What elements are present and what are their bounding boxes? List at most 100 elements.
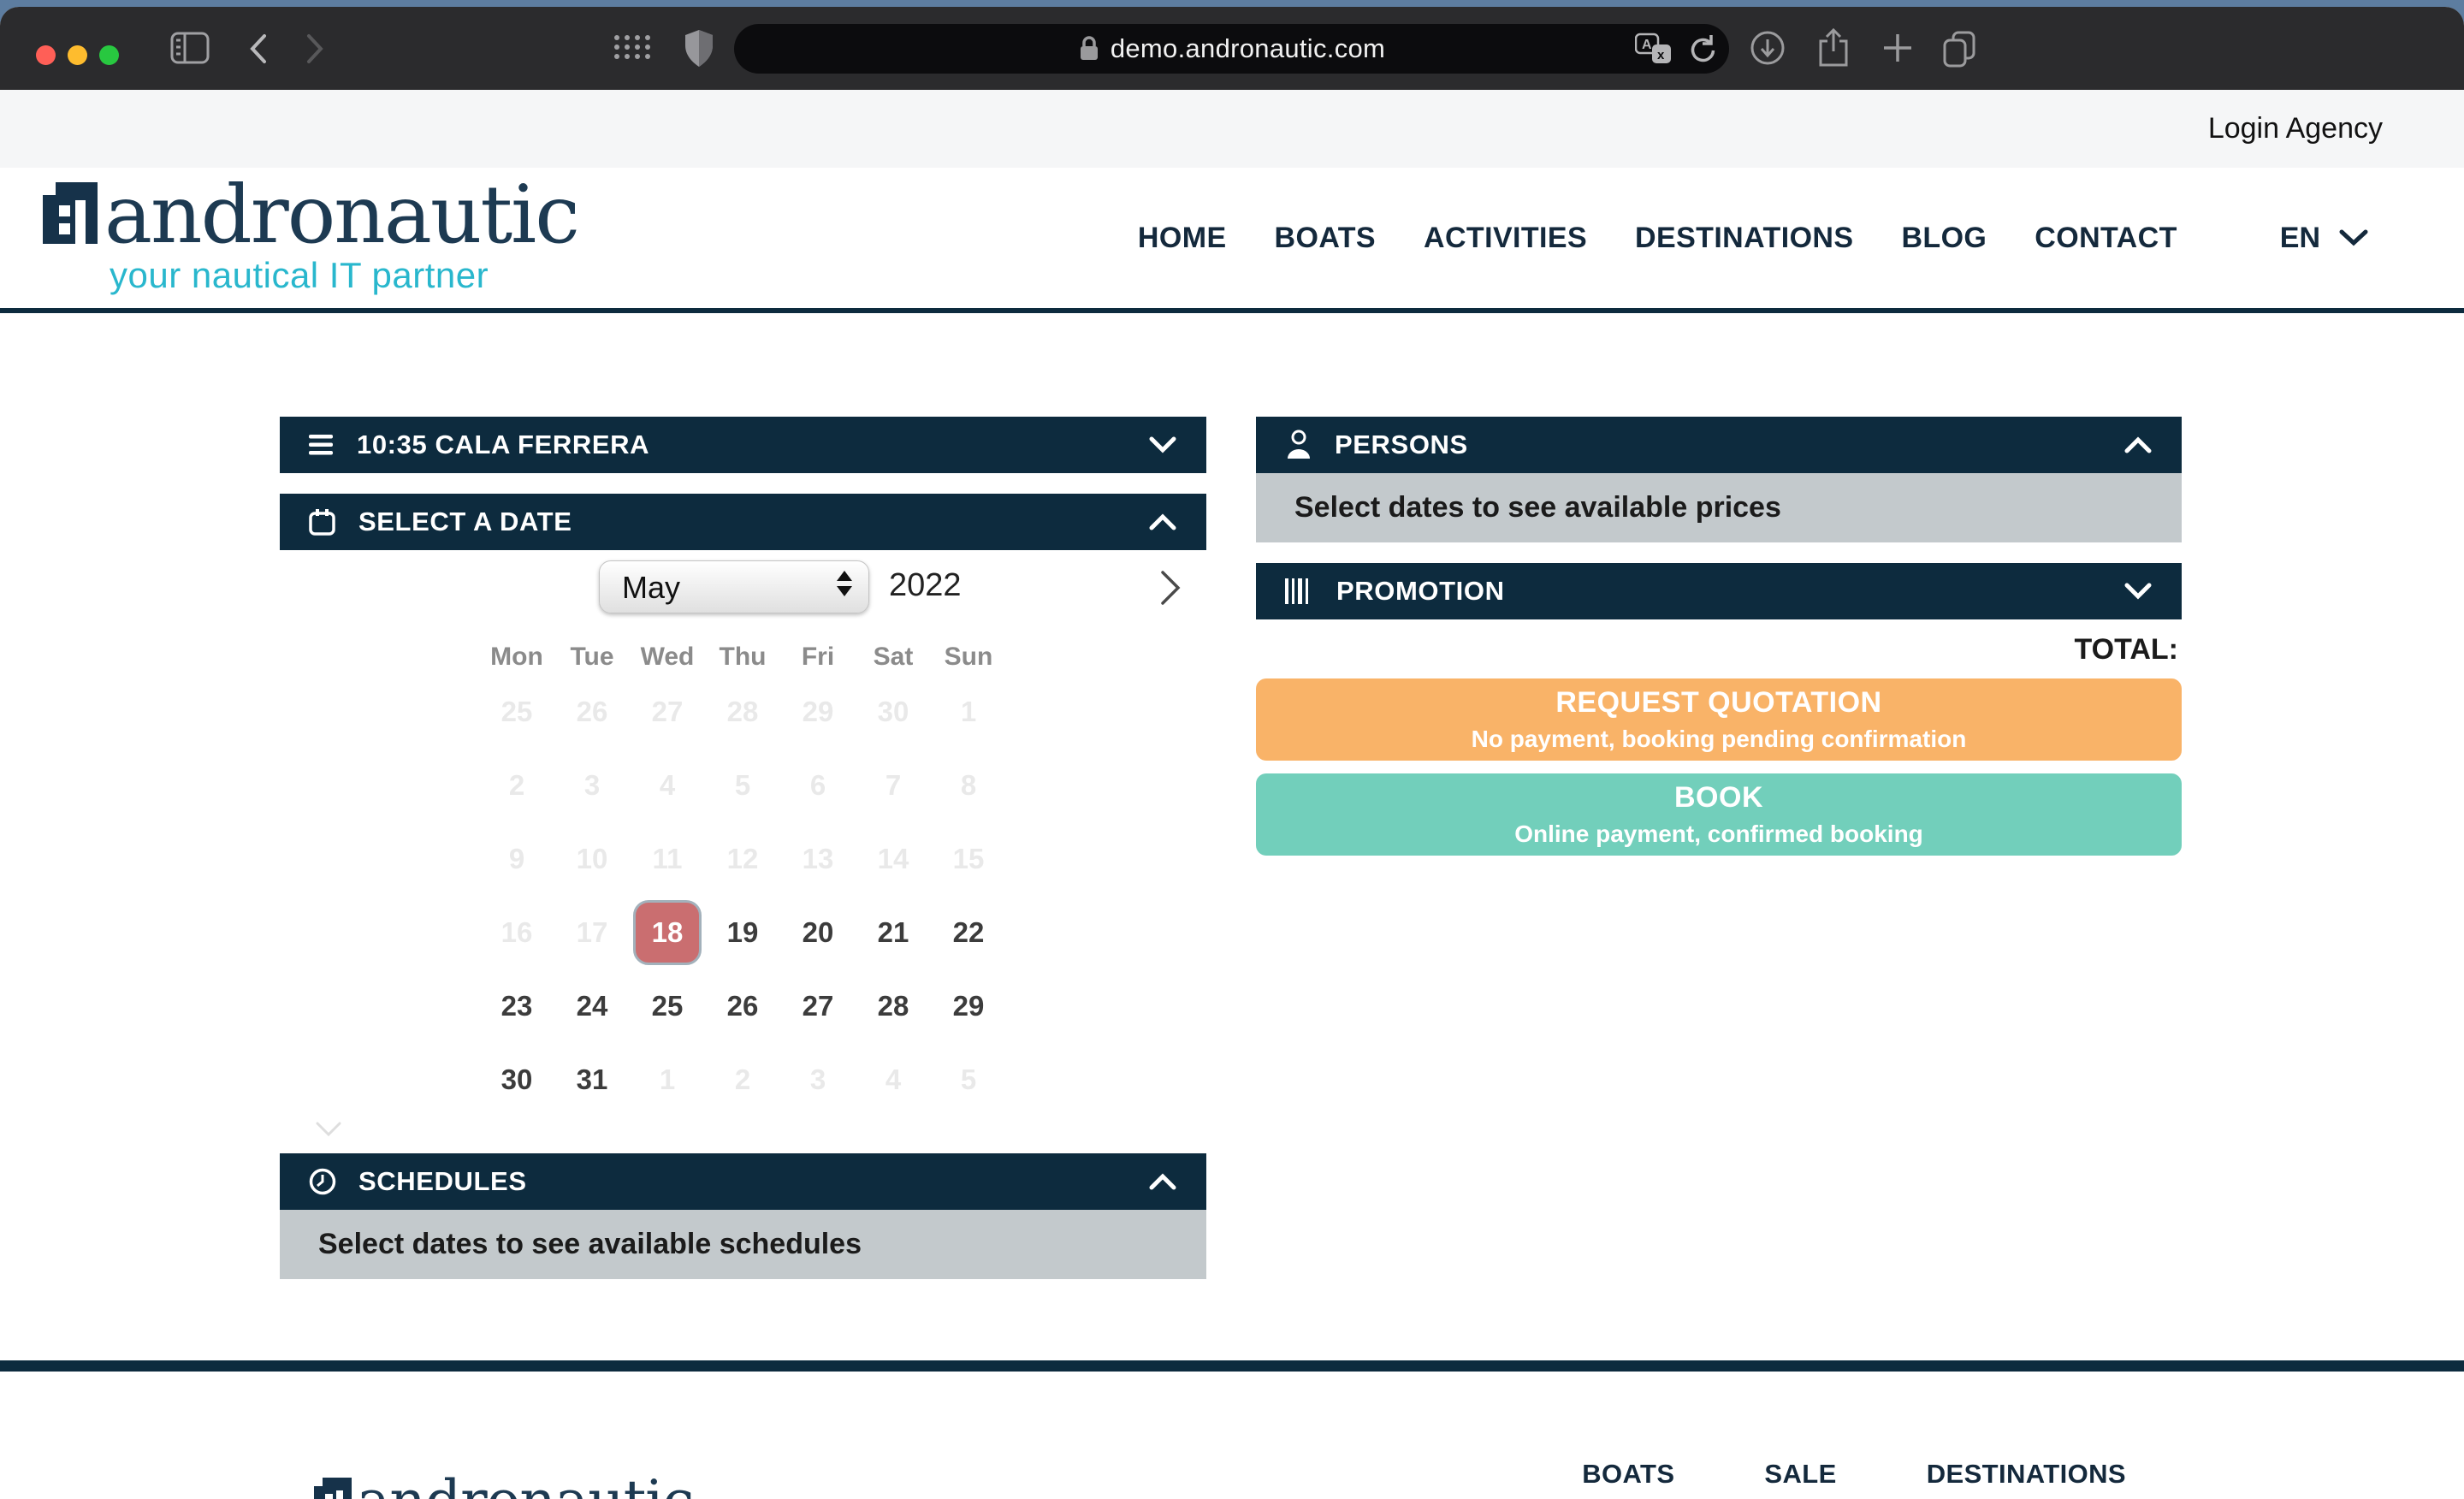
- close-window-button[interactable]: [36, 45, 56, 65]
- footer-link-destinations[interactable]: DESTINATIONS: [1927, 1459, 2126, 1490]
- schedules-panel-header[interactable]: SCHEDULES: [280, 1153, 1206, 1210]
- translate-icon[interactable]: A x: [1635, 33, 1673, 65]
- andronautic-logo-icon: [314, 1478, 352, 1499]
- calendar-day-selected[interactable]: 18: [630, 896, 705, 969]
- calendar-day[interactable]: 30: [479, 1043, 554, 1117]
- calendar-day: 30: [856, 675, 931, 749]
- nav-boats[interactable]: BOATS: [1275, 222, 1376, 255]
- promotion-panel-header[interactable]: PROMOTION: [1256, 563, 2182, 619]
- desktop: demo.andronautic.com A x: [0, 0, 2464, 1499]
- month-navigation: May 2022: [280, 560, 1206, 617]
- calendar-day[interactable]: 28: [856, 969, 931, 1043]
- footer-link-sale[interactable]: SALE: [1764, 1459, 1836, 1490]
- weekday-label: Sat: [856, 643, 931, 672]
- nav-activities[interactable]: ACTIVITIES: [1424, 222, 1587, 255]
- weekday-label: Sun: [931, 643, 1006, 672]
- nav-destinations[interactable]: DESTINATIONS: [1635, 222, 1853, 255]
- request-quotation-button[interactable]: REQUEST QUOTATION No payment, booking pe…: [1256, 678, 2182, 761]
- weekday-label: Mon: [479, 643, 554, 672]
- book-subtitle: Online payment, confirmed booking: [1514, 821, 1923, 848]
- site-header: andronautic your nautical IT partner HOM…: [0, 168, 2464, 313]
- footer-links: BOATS SALE DESTINATIONS: [1582, 1459, 2126, 1490]
- chevron-down-icon: [2339, 228, 2368, 247]
- calendar-day: 14: [856, 822, 931, 896]
- calendar-day[interactable]: 26: [705, 969, 780, 1043]
- calendar-day[interactable]: 25: [630, 969, 705, 1043]
- chevron-up-icon: [1148, 1172, 1177, 1191]
- calendar-day: 28: [705, 675, 780, 749]
- site-logo[interactable]: andronautic your nautical IT partner: [43, 182, 578, 293]
- downloads-icon[interactable]: [1749, 29, 1786, 67]
- date-column: 10:35 CALA FERRERA SELECT A DATE: [280, 417, 1206, 1279]
- privacy-shield-icon[interactable]: [681, 28, 717, 69]
- calendar-day: 3: [780, 1043, 856, 1117]
- persons-panel-header[interactable]: PERSONS: [1256, 417, 2182, 473]
- book-title: BOOK: [1674, 781, 1763, 815]
- calendar-day: 13: [780, 822, 856, 896]
- calendar-day: 5: [931, 1043, 1006, 1117]
- month-select[interactable]: May: [599, 560, 869, 613]
- weekday-header-row: Mon Tue Wed Thu Fri Sat Sun: [479, 643, 1006, 672]
- select-date-title: SELECT A DATE: [358, 507, 572, 537]
- persons-title: PERSONS: [1335, 430, 1468, 460]
- zoom-window-button[interactable]: [99, 45, 119, 65]
- summary-column: PERSONS Select dates to see available pr…: [1256, 417, 2182, 856]
- trip-panel-header[interactable]: 10:35 CALA FERRERA: [280, 417, 1206, 473]
- tab-overview-icon[interactable]: [1939, 29, 1980, 68]
- calendar-day[interactable]: 31: [554, 1043, 630, 1117]
- calendar-day: 1: [630, 1043, 705, 1117]
- back-icon[interactable]: [246, 33, 272, 65]
- minimize-window-button[interactable]: [68, 45, 87, 65]
- persons-hint: Select dates to see available prices: [1256, 473, 2182, 542]
- barcode-icon: [1285, 578, 1314, 604]
- calendar-day[interactable]: 22: [931, 896, 1006, 969]
- calendar-day[interactable]: 23: [479, 969, 554, 1043]
- footer-link-boats[interactable]: BOATS: [1582, 1459, 1674, 1490]
- footer-logo: andronautic: [314, 1478, 693, 1499]
- login-agency-link[interactable]: Login Agency: [2208, 112, 2383, 145]
- nav-blog[interactable]: BLOG: [1901, 222, 1987, 255]
- calendar-day: 7: [856, 749, 931, 822]
- sidebar-toggle-icon[interactable]: [169, 29, 210, 67]
- calendar-day: 12: [705, 822, 780, 896]
- new-tab-icon[interactable]: [1879, 29, 1916, 67]
- calendar-day[interactable]: 20: [780, 896, 856, 969]
- calendar-day[interactable]: 27: [780, 969, 856, 1043]
- chevron-up-icon: [2123, 435, 2153, 454]
- logo-wordmark: andronautic: [104, 182, 578, 248]
- weekday-label: Fri: [780, 643, 856, 672]
- logo-tagline: your nautical IT partner: [110, 258, 578, 293]
- person-icon: [1285, 430, 1312, 460]
- address-bar[interactable]: demo.andronautic.com A x: [734, 24, 1729, 74]
- select-date-panel-header[interactable]: SELECT A DATE: [280, 494, 1206, 550]
- browser-toolbar: demo.andronautic.com A x: [0, 7, 2464, 90]
- calendar-day[interactable]: 19: [705, 896, 780, 969]
- language-selector[interactable]: EN: [2280, 222, 2368, 255]
- calendar-day: 16: [479, 896, 554, 969]
- book-button[interactable]: BOOK Online payment, confirmed booking: [1256, 773, 2182, 856]
- nav-contact[interactable]: CONTACT: [2035, 222, 2177, 255]
- calendar-day: 10: [554, 822, 630, 896]
- calendar-day: 6: [780, 749, 856, 822]
- language-code: EN: [2280, 222, 2320, 255]
- calendar-day: 1: [931, 675, 1006, 749]
- calendar-day: 9: [479, 822, 554, 896]
- reload-icon[interactable]: [1685, 33, 1717, 65]
- calendar-day: 8: [931, 749, 1006, 822]
- tab-grid-icon[interactable]: [613, 34, 652, 62]
- next-month-icon[interactable]: [1158, 569, 1182, 607]
- calendar-day[interactable]: 24: [554, 969, 630, 1043]
- share-icon[interactable]: [1815, 27, 1852, 70]
- calendar-day: 15: [931, 822, 1006, 896]
- promotion-title: PROMOTION: [1336, 576, 1505, 607]
- agency-topbar: Login Agency: [0, 90, 2464, 168]
- calendar-day[interactable]: 29: [931, 969, 1006, 1043]
- calendar-day[interactable]: 21: [856, 896, 931, 969]
- nav-home[interactable]: HOME: [1138, 222, 1227, 255]
- weekday-label: Wed: [630, 643, 705, 672]
- calendar-day: 4: [856, 1043, 931, 1117]
- calendar-day: 11: [630, 822, 705, 896]
- calendar-day: 4: [630, 749, 705, 822]
- forward-icon[interactable]: [301, 33, 327, 65]
- weekday-label: Tue: [554, 643, 630, 672]
